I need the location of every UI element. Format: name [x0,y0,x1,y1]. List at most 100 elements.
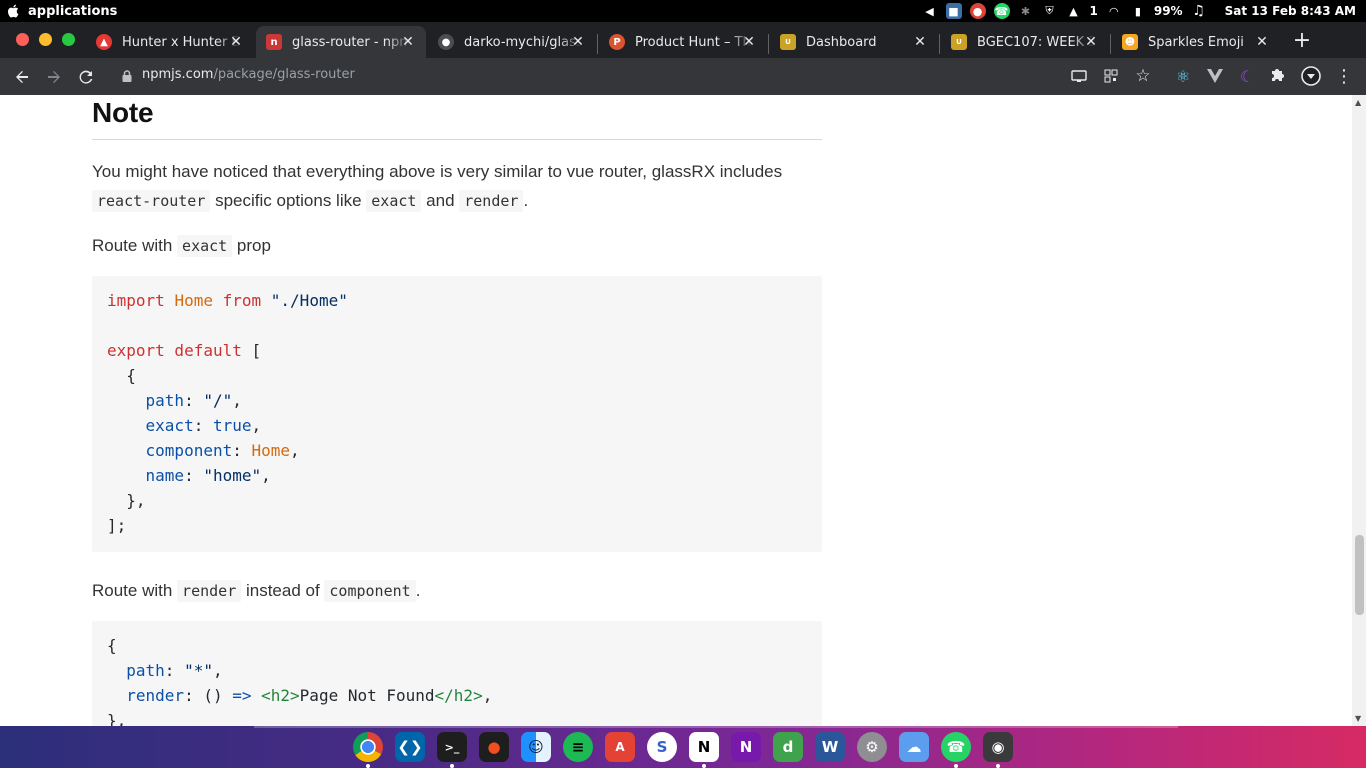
bookmark-star-icon[interactable]: ☆ [1132,65,1154,87]
running-indicator [996,764,1000,768]
apple-icon[interactable] [6,4,20,18]
tab-dashboard[interactable]: U Dashboard ✕ [770,26,938,58]
scroll-up-icon[interactable]: ▲ [1355,98,1363,107]
upsa-icon: U [780,34,796,50]
terminal-icon[interactable]: >_ [437,732,467,762]
vue-devtools-icon[interactable] [1204,65,1226,87]
cast-icon[interactable] [1068,65,1090,87]
tab-product-hunt[interactable]: P Product Hunt – The ✕ [599,26,767,58]
bluetooth-icon[interactable]: ✱ [1018,3,1034,19]
page-scrollbar[interactable]: ▲ ▼ [1352,95,1366,726]
close-icon[interactable]: ✕ [1254,34,1270,50]
battery-icon[interactable]: ▮ [1130,3,1146,19]
address-bar[interactable]: npmjs.com/package/glass-router [142,67,355,82]
tab-separator [768,34,769,54]
product-hunt-icon: P [609,34,625,50]
scroll-down-icon[interactable]: ▼ [1355,714,1363,723]
minimize-window-button[interactable] [39,33,52,46]
music-icon[interactable]: ♫ [1191,3,1207,19]
acrobat-icon[interactable]: A [605,732,635,762]
whatsapp-icon[interactable]: ☎ [993,3,1010,19]
qr-code-icon[interactable] [1100,65,1122,87]
figma-icon[interactable]: ● [479,732,509,762]
page-viewport: Note You might have noticed that everyth… [0,95,1352,726]
dark-mode-moon-icon[interactable]: ☾ [1236,65,1258,87]
code-line: export default [ [107,341,262,360]
chrome-icon[interactable] [353,732,383,762]
tab-title: glass-router - npm [292,34,410,50]
tab-separator [939,34,940,54]
react-devtools-icon[interactable]: ⚛ [1172,65,1194,87]
tab-hunter-x-hunter[interactable]: ▲ Hunter x Hunter Ep ✕ [86,26,254,58]
clock[interactable]: Sat 13 Feb 8:43 AM [1225,4,1356,18]
tab-separator [597,34,598,54]
chevron-left-icon[interactable]: ◀ [922,3,938,19]
github-icon: ● [438,34,454,50]
simplenote-icon[interactable]: S [647,732,677,762]
reload-icon [79,70,93,84]
code-line: exact: true, [145,416,262,435]
text: instead of [241,581,325,600]
extensions-puzzle-icon[interactable] [1268,65,1290,87]
codeshot-icon[interactable]: d [773,732,803,762]
notification-bell-icon[interactable]: ▲ [1066,3,1082,19]
text: and [421,191,460,210]
active-app-name[interactable]: applications [28,4,117,19]
forward-button[interactable] [41,64,67,90]
tab-bgec107[interactable]: U BGEC107: WEEK 3 ✕ [941,26,1109,58]
code-block-exact[interactable]: import Home from "./Home" export default … [92,276,822,552]
close-icon[interactable]: ✕ [570,34,586,50]
close-icon[interactable]: ✕ [400,34,416,50]
back-button[interactable] [9,64,35,90]
close-icon[interactable]: ✕ [228,34,244,50]
chrome-icon[interactable]: ● [969,3,986,19]
dock: ❮❯ >_ ● ☺ ≡ A S N N d W ⚙ ☁ ☎ ◉ [0,726,1366,768]
close-window-button[interactable] [16,33,29,46]
arrow-right-icon [48,71,60,83]
scrollbar-thumb[interactable] [1355,535,1364,615]
browser-menu-icon[interactable]: ⋮ [1333,65,1355,87]
whatsapp-icon[interactable]: ☎ [941,732,971,762]
tab-sparkles-emoji[interactable]: ☻ Sparkles Emoji ✕ [1112,26,1280,58]
profile-avatar-icon[interactable] [1300,65,1322,87]
inline-code: react-router [92,190,211,212]
text: Route with [92,236,178,255]
browser-toolbar: npmjs.com/package/glass-router ☆ ⚛ ☾ ⋮ [0,58,1366,95]
vscode-icon[interactable]: ❮❯ [395,732,425,762]
screenshot-icon[interactable]: ◉ [983,732,1013,762]
onenote-icon[interactable]: N [731,732,761,762]
teams-icon[interactable]: ☁ [899,732,929,762]
finder-icon[interactable]: ☺ [521,732,551,762]
tab-github-repo[interactable]: ● darko-mychi/glass ✕ [428,26,596,58]
shield-icon[interactable]: ⛨ [1042,3,1058,19]
lock-icon[interactable] [120,69,134,83]
maximize-window-button[interactable] [62,33,75,46]
route-exact-caption: Route with exact prop [92,231,271,261]
system-preferences-icon[interactable]: ⚙ [857,732,887,762]
tab-title: Hunter x Hunter Ep [122,34,240,50]
notion-icon[interactable]: N [689,732,719,762]
reload-button[interactable] [73,64,99,90]
running-indicator [450,764,454,768]
tab-glass-router-npm[interactable]: n glass-router - npm ✕ [256,26,426,58]
close-icon[interactable]: ✕ [912,34,928,50]
text: specific options like [210,191,367,210]
code-line: ]; [107,516,127,535]
spotify-icon[interactable]: ≡ [563,732,593,762]
image-app-icon[interactable]: ■ [945,3,962,19]
code-line: import Home from "./Home" [107,291,348,310]
wifi-icon[interactable]: ◠ [1106,3,1122,19]
code-block-render[interactable]: { path: "*", render: () => <h2>Page Not … [92,621,822,726]
word-icon[interactable]: W [815,732,845,762]
code-line: { [107,636,117,655]
new-tab-button[interactable]: + [1290,30,1314,54]
tab-title: Dashboard [806,34,877,50]
tab-title: Sparkles Emoji [1148,34,1244,50]
close-icon[interactable]: ✕ [741,34,757,50]
url-host: npmjs.com [142,67,214,82]
emoji-icon: ☻ [1122,34,1138,50]
close-icon[interactable]: ✕ [1083,34,1099,50]
npm-icon: n [266,34,282,50]
text: . [415,581,421,600]
